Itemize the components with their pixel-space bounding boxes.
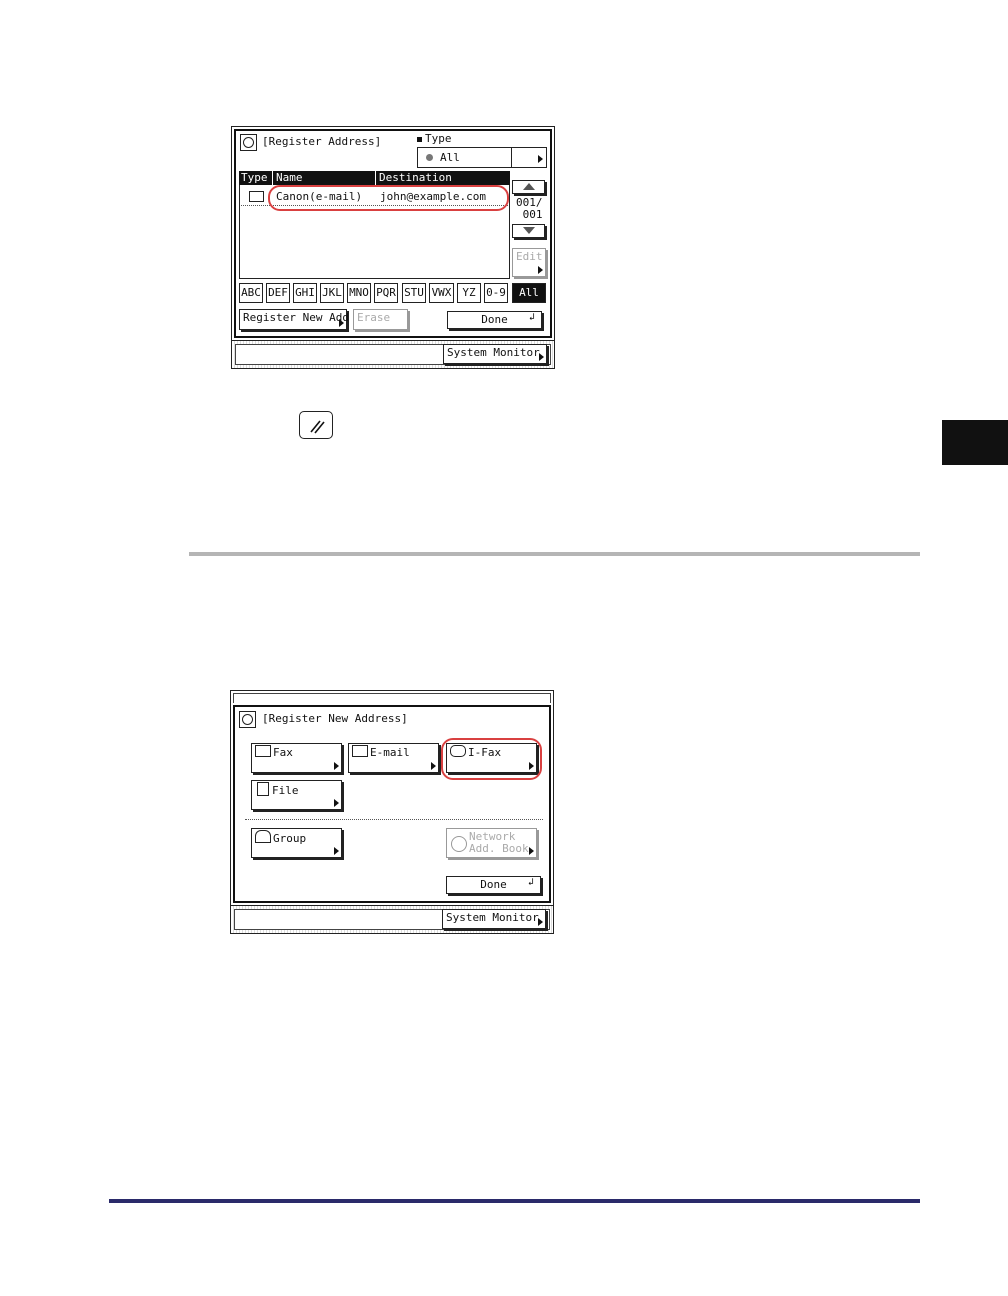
dropdown-arrow-icon xyxy=(538,155,543,163)
letter-button[interactable]: GHI xyxy=(293,283,317,303)
fax-button[interactable]: Fax xyxy=(251,743,342,773)
system-monitor-label: System Monitor xyxy=(447,346,540,359)
column-divider xyxy=(375,171,376,185)
enter-icon: ↲ xyxy=(527,877,534,888)
done-button[interactable]: Done ↲ xyxy=(446,876,541,894)
section-rule xyxy=(189,552,920,556)
network-line2: Add. Book xyxy=(469,842,529,855)
footer-rule xyxy=(109,1199,920,1203)
arrow-right-icon xyxy=(334,847,339,855)
page-counter: 001/ 001 xyxy=(516,196,543,221)
column-destination: Destination xyxy=(379,171,452,184)
email-button[interactable]: E-mail xyxy=(348,743,439,773)
group-divider xyxy=(245,819,543,820)
letter-button[interactable]: PQR xyxy=(374,283,398,303)
erase-button[interactable]: Erase xyxy=(353,309,408,330)
column-divider xyxy=(272,171,273,185)
down-arrow-icon xyxy=(523,227,535,234)
background-window-strip xyxy=(233,693,551,703)
group-label: Group xyxy=(273,832,307,845)
email-label: E-mail xyxy=(370,746,410,759)
letter-button[interactable]: All xyxy=(512,283,546,303)
chapter-tab xyxy=(942,420,1008,465)
file-icon xyxy=(257,782,269,796)
arrow-right-icon xyxy=(529,847,534,855)
file-button[interactable]: File xyxy=(251,780,342,810)
reset-icon xyxy=(310,420,325,434)
edit-label: Edit xyxy=(516,250,543,263)
network-icon xyxy=(451,836,467,852)
page-title: [Register Address] xyxy=(262,135,382,148)
letter-button[interactable]: DEF xyxy=(266,283,290,303)
arrow-right-icon xyxy=(538,266,543,274)
up-arrow-icon xyxy=(523,183,535,190)
network-address-book-button[interactable]: Network Add. Book xyxy=(446,828,537,858)
register-new-label: Register New Add xyxy=(243,311,349,324)
arrow-right-icon xyxy=(431,762,436,770)
dialog-title: [Register New Address] xyxy=(262,712,408,725)
system-monitor-button[interactable]: System Monitor xyxy=(443,344,547,364)
edit-button[interactable]: Edit xyxy=(512,248,546,277)
arrow-right-icon xyxy=(538,918,543,926)
file-label: File xyxy=(272,784,299,797)
system-monitor-button[interactable]: System Monitor xyxy=(442,909,546,929)
letter-button[interactable]: MNO xyxy=(347,283,371,303)
type-value: All xyxy=(440,151,460,164)
radio-dot-icon xyxy=(426,154,433,161)
done-button[interactable]: Done ↲ xyxy=(447,311,542,329)
group-icon xyxy=(255,830,271,843)
highlight-ifax xyxy=(441,738,542,780)
erase-label: Erase xyxy=(357,311,391,324)
column-type: Type xyxy=(241,171,268,184)
network-line1: Network xyxy=(469,830,516,843)
scroll-up-button[interactable] xyxy=(512,180,545,194)
column-name: Name xyxy=(276,171,303,184)
type-label: Type xyxy=(425,132,452,145)
letter-button[interactable]: STU xyxy=(402,283,426,303)
fax-icon xyxy=(255,745,271,757)
group-button[interactable]: Group xyxy=(251,828,342,858)
done-label: Done xyxy=(481,313,508,326)
highlight-row xyxy=(268,185,509,211)
letter-button[interactable]: VWX xyxy=(429,283,454,303)
done-label: Done xyxy=(480,878,507,891)
system-monitor-label: System Monitor xyxy=(446,911,539,924)
reset-key xyxy=(299,411,333,439)
letter-button[interactable]: YZ xyxy=(457,283,481,303)
dropdown-divider xyxy=(511,148,512,167)
globe-icon xyxy=(239,711,256,728)
email-icon xyxy=(249,191,264,202)
register-new-address-button[interactable]: Register New Add xyxy=(239,309,349,330)
letter-button[interactable]: JKL xyxy=(320,283,344,303)
letter-button[interactable]: ABC xyxy=(239,283,263,303)
fax-label: Fax xyxy=(273,746,293,759)
arrow-right-icon xyxy=(334,762,339,770)
letter-button[interactable]: 0-9 xyxy=(484,283,508,303)
arrow-right-icon xyxy=(539,353,544,361)
email-icon xyxy=(352,745,368,757)
type-dropdown[interactable]: All xyxy=(417,147,547,168)
enter-icon: ↲ xyxy=(528,312,535,323)
scroll-down-button[interactable] xyxy=(512,224,545,238)
arrow-right-icon xyxy=(334,799,339,807)
arrow-right-icon xyxy=(339,319,344,327)
globe-icon xyxy=(240,134,257,151)
type-square-icon xyxy=(417,137,422,142)
